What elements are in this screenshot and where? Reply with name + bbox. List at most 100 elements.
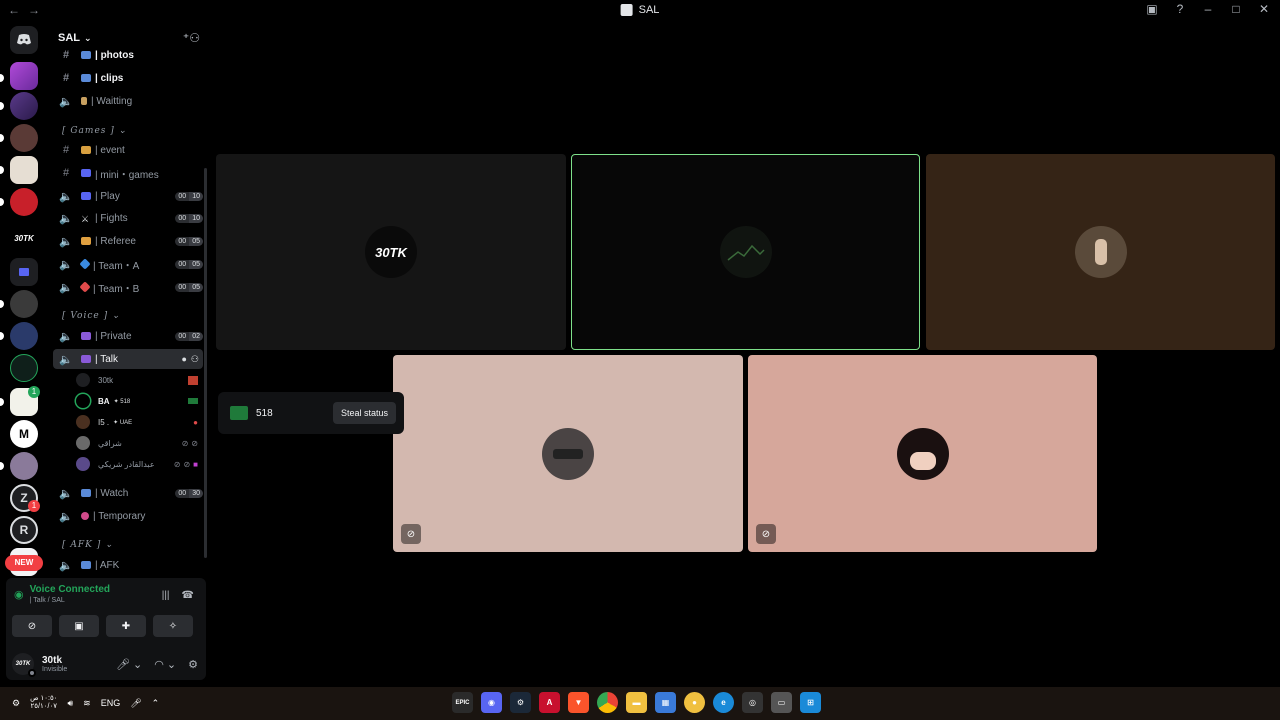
back-arrow-icon[interactable]: ← — [8, 3, 20, 17]
sleep-emoji-icon — [81, 561, 91, 569]
user-bar: 30TK 30tk Invisible 🎤︎ ⌄ ◠ ⌄ ⚙ — [6, 648, 206, 680]
channel-clips[interactable]: # | clips — [53, 68, 203, 88]
voice-member[interactable]: I5 . ✦ UAE ● — [76, 413, 200, 431]
participant-tile-speaking[interactable] — [571, 154, 920, 350]
category-afk[interactable]: [ AFK ] ⌄ — [62, 540, 114, 550]
discord-taskbar-icon[interactable]: ◉ — [481, 692, 502, 713]
channel-team-b[interactable]: 🔈 | Team・B 00 05 — [53, 277, 203, 297]
chat-bubble-icon[interactable]: ● — [181, 354, 186, 365]
add-member-icon[interactable]: ⚇ — [191, 354, 199, 365]
minimize-button[interactable]: – — [1200, 2, 1216, 16]
headphones-muted-icon: ⊘ — [191, 438, 198, 448]
user-avatar[interactable]: 30TK — [12, 653, 36, 677]
file-explorer-icon[interactable]: ▬ — [626, 692, 647, 713]
hash-icon: # — [62, 144, 70, 156]
swords-icon: ⚔ — [81, 214, 90, 224]
invite-icon[interactable]: ⁺⚇ — [183, 31, 200, 45]
server-icon-5[interactable] — [10, 188, 38, 216]
taskbar-apps: EPIC ◉ ⚙ A ▼ ▬ ▦ ● e ◎ ▭ ⊞ — [452, 692, 821, 713]
camera-off-button[interactable]: ⊘ — [12, 615, 52, 637]
channel-waiting[interactable]: 🔈 | Waitting — [53, 91, 203, 111]
settings-icon[interactable]: ⚙ — [12, 698, 20, 709]
voice-member[interactable]: شراقي ⊘ ⊘ — [76, 434, 200, 452]
clock[interactable]: ١٠:٥٠ ص ٢٥/١٠/٠٧ — [30, 695, 57, 711]
server-icon-2[interactable] — [10, 92, 38, 120]
steam-icon[interactable]: ⚙ — [510, 692, 531, 713]
category-voice[interactable]: [ Voice ] ⌄ — [62, 311, 121, 321]
microphone-tray-icon[interactable]: 🎤︎ — [130, 698, 141, 709]
close-button[interactable]: ✕ — [1256, 2, 1272, 16]
unread-pip — [0, 134, 4, 142]
forward-arrow-icon[interactable]: → — [28, 3, 40, 17]
noise-suppression-icon[interactable]: ||| — [162, 590, 170, 601]
channel-private[interactable]: 🔈 | Private 00 02 — [53, 326, 203, 346]
steal-status-button[interactable]: Steal status — [332, 402, 396, 424]
participant-tile[interactable]: ⊘ — [393, 355, 743, 552]
server-icon-4[interactable] — [10, 156, 38, 184]
participant-tile[interactable]: 30TK — [216, 154, 566, 350]
voice-member[interactable]: عبدالقادر شريكي ⊘ ⊘ ■ — [76, 455, 200, 473]
server-icon-1[interactable] — [10, 62, 38, 90]
app-icon-dark[interactable]: ◎ — [742, 692, 763, 713]
channel-play[interactable]: 🔈 | Play 00 10 — [53, 186, 203, 206]
inbox-icon[interactable]: ▣ — [1144, 2, 1160, 16]
server-icon-6[interactable] — [10, 290, 38, 318]
channel-afk[interactable]: 🔈 | AFK — [53, 555, 203, 575]
server-icon-10[interactable] — [10, 452, 38, 480]
channel-team-a[interactable]: 🔈 | Team・A 00 05 — [53, 254, 203, 274]
windows-start-icon[interactable]: ⊞ — [800, 692, 821, 713]
language-indicator[interactable]: ENG — [101, 698, 121, 708]
valorant-icon[interactable]: A — [539, 692, 560, 713]
app-icon-window[interactable]: ▭ — [771, 692, 792, 713]
folder-icon[interactable] — [10, 258, 38, 286]
maximize-button[interactable]: □ — [1228, 2, 1244, 16]
app-icon-yellow[interactable]: ● — [684, 692, 705, 713]
speaker-icon: 🔈 — [59, 559, 73, 572]
volume-icon[interactable]: 🔊︎ — [67, 698, 73, 709]
server-icon-m[interactable]: M — [10, 420, 38, 448]
wifi-icon[interactable]: ≋ — [83, 698, 91, 709]
server-icon-8[interactable] — [10, 354, 38, 382]
disconnect-icon[interactable]: ☎ — [182, 590, 194, 601]
voice-member[interactable]: BA ✦ 518 — [76, 392, 200, 410]
server-icon-7[interactable] — [10, 322, 38, 350]
participant-tile[interactable]: ⊘ — [748, 355, 1097, 552]
user-info[interactable]: 30tk Invisible — [42, 655, 67, 673]
voice-location[interactable]: | Talk / SAL — [30, 597, 110, 604]
member-status-icons: ● — [193, 418, 198, 427]
server-icon-30tk[interactable]: 30TK — [10, 224, 38, 252]
channel-photos[interactable]: # | photos — [53, 50, 203, 65]
brave-icon[interactable]: ▼ — [568, 692, 589, 713]
channel-temporary[interactable]: 🔈 | Temporary — [53, 506, 203, 526]
sidebar-scrollbar[interactable] — [204, 168, 207, 558]
channel-talk[interactable]: 🔈 | Talk ● ⚇ — [53, 349, 203, 369]
voice-member[interactable]: 30tk — [76, 371, 200, 389]
voice-status[interactable]: Voice Connected — [30, 584, 110, 595]
hourglass-icon — [81, 97, 87, 105]
channel-fights[interactable]: 🔈 ⚔ | Fights 00 10 — [53, 208, 203, 228]
channel-watch[interactable]: 🔈 | Watch 00 30 — [53, 483, 203, 503]
channel-referee[interactable]: 🔈 | Referee 00 05 — [53, 231, 203, 251]
chrome-icon[interactable] — [597, 692, 618, 713]
help-icon[interactable]: ? — [1172, 2, 1188, 16]
store-icon[interactable]: ▦ — [655, 692, 676, 713]
screen-share-button[interactable]: ▣ — [59, 615, 99, 637]
headphones-icon[interactable]: ◠ ⌄ — [154, 658, 176, 671]
member-status-icons — [188, 375, 198, 385]
server-icon-3[interactable] — [10, 124, 38, 152]
participant-tile[interactable] — [926, 154, 1275, 350]
channel-event[interactable]: # | event — [53, 140, 203, 160]
channel-mini-games[interactable]: # | mini・games — [53, 163, 203, 183]
category-games[interactable]: [ Games ] ⌄ — [62, 126, 127, 136]
activity-icon: ■ — [193, 459, 198, 469]
discord-home-icon[interactable] — [10, 26, 38, 54]
epic-games-icon[interactable]: EPIC — [452, 692, 473, 713]
activities-button[interactable]: ✚ — [106, 615, 146, 637]
chevron-up-icon[interactable]: ⌃ — [152, 698, 160, 709]
microphone-icon[interactable]: 🎤︎ ⌄ — [116, 658, 142, 671]
settings-gear-icon[interactable]: ⚙ — [188, 658, 198, 671]
member-status-icons — [188, 398, 198, 404]
soundboard-button[interactable]: ✧ — [153, 615, 193, 637]
edge-icon[interactable]: e — [713, 692, 734, 713]
server-icon-r[interactable]: R — [10, 516, 38, 544]
